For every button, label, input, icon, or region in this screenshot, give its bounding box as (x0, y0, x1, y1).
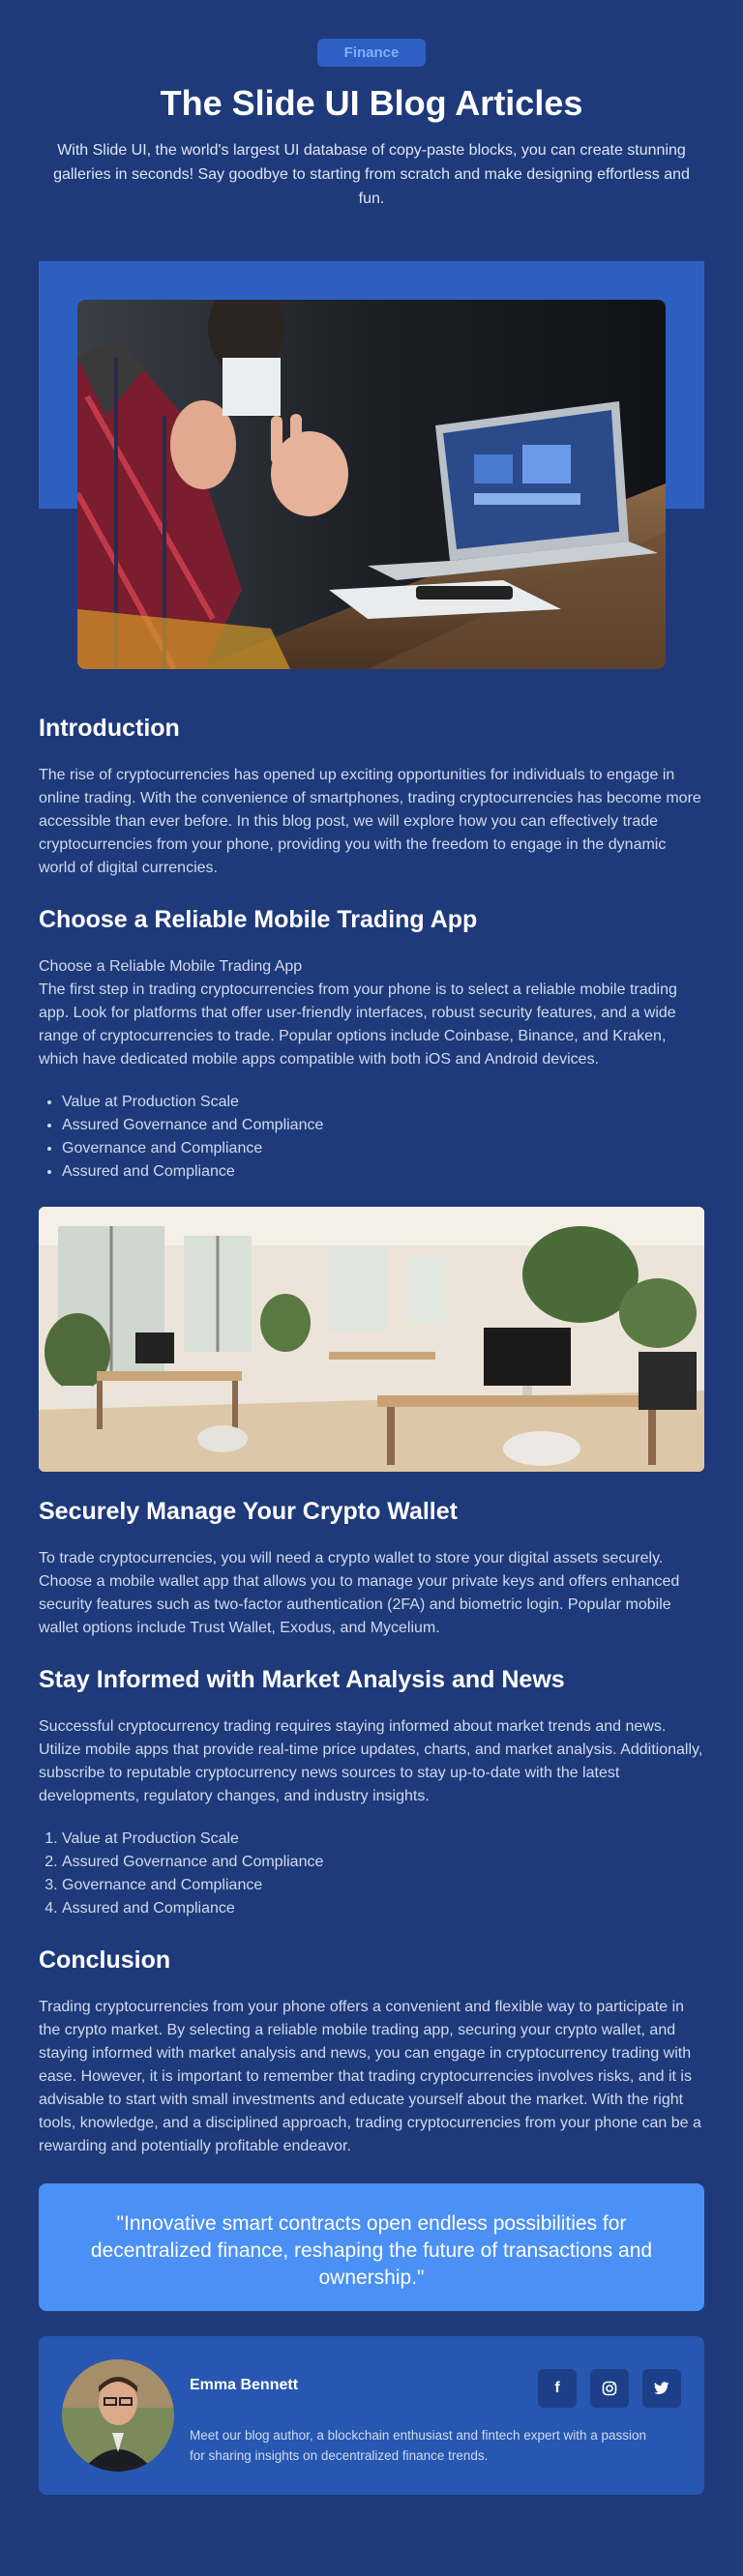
hero (39, 261, 704, 669)
facebook-icon: f (554, 2380, 560, 2396)
avatar (62, 2359, 174, 2472)
category-tag[interactable]: Finance (316, 39, 427, 67)
app-subheading: Choose a Reliable Mobile Trading App (39, 958, 303, 975)
news-body: Successful cryptocurrency trading requir… (39, 1718, 703, 1804)
wallet-body: To trade cryptocurrencies, you will need… (39, 1550, 680, 1636)
social-links: f (538, 2369, 681, 2408)
news-list: Value at Production Scale Assured Govern… (39, 1828, 704, 1920)
article-content: Introduction The rise of cryptocurrencie… (0, 712, 743, 2495)
page-subtitle: With Slide UI, the world's largest UI da… (53, 142, 690, 207)
intro-body: The rise of cryptocurrencies has opened … (39, 767, 701, 876)
facebook-button[interactable]: f (538, 2369, 577, 2408)
twitter-button[interactable] (642, 2369, 681, 2408)
news-heading: Stay Informed with Market Analysis and N… (39, 1666, 565, 1693)
twitter-icon (654, 2382, 669, 2395)
blog-page: Finance The Slide UI Blog Articles With … (0, 0, 743, 2576)
list-item: Assured Governance and Compliance (62, 1851, 704, 1874)
list-item: Assured Governance and Compliance (62, 1114, 704, 1137)
list-item: Assured and Compliance (62, 1897, 704, 1920)
app-body: The first step in trading cryptocurrenci… (39, 981, 677, 1068)
list-item: Governance and Compliance (62, 1874, 704, 1897)
header: Finance The Slide UI Blog Articles With … (0, 0, 743, 211)
office-image (39, 1207, 704, 1472)
instagram-button[interactable] (590, 2369, 629, 2408)
app-heading: Choose a Reliable Mobile Trading App (39, 906, 478, 933)
hero-image (77, 300, 666, 669)
conclusion-heading: Conclusion (39, 1947, 171, 1974)
list-item: Governance and Compliance (62, 1137, 704, 1160)
author-name: Emma Bennett (190, 2377, 299, 2393)
pull-quote: "Innovative smart contracts open endless… (39, 2183, 704, 2311)
list-item: Value at Production Scale (62, 1091, 704, 1114)
instagram-icon (602, 2381, 617, 2396)
author-card: Emma Bennett Meet our blog author, a blo… (39, 2336, 704, 2495)
list-item: Assured and Compliance (62, 1160, 704, 1184)
list-item: Value at Production Scale (62, 1828, 704, 1851)
app-list: Value at Production Scale Assured Govern… (39, 1091, 704, 1184)
wallet-heading: Securely Manage Your Crypto Wallet (39, 1498, 458, 1525)
intro-heading: Introduction (39, 715, 180, 742)
author-bio: Meet our blog author, a blockchain enthu… (190, 2428, 647, 2463)
page-title: The Slide UI Blog Articles (160, 83, 583, 123)
conclusion-body: Trading cryptocurrencies from your phone… (39, 1999, 701, 2154)
